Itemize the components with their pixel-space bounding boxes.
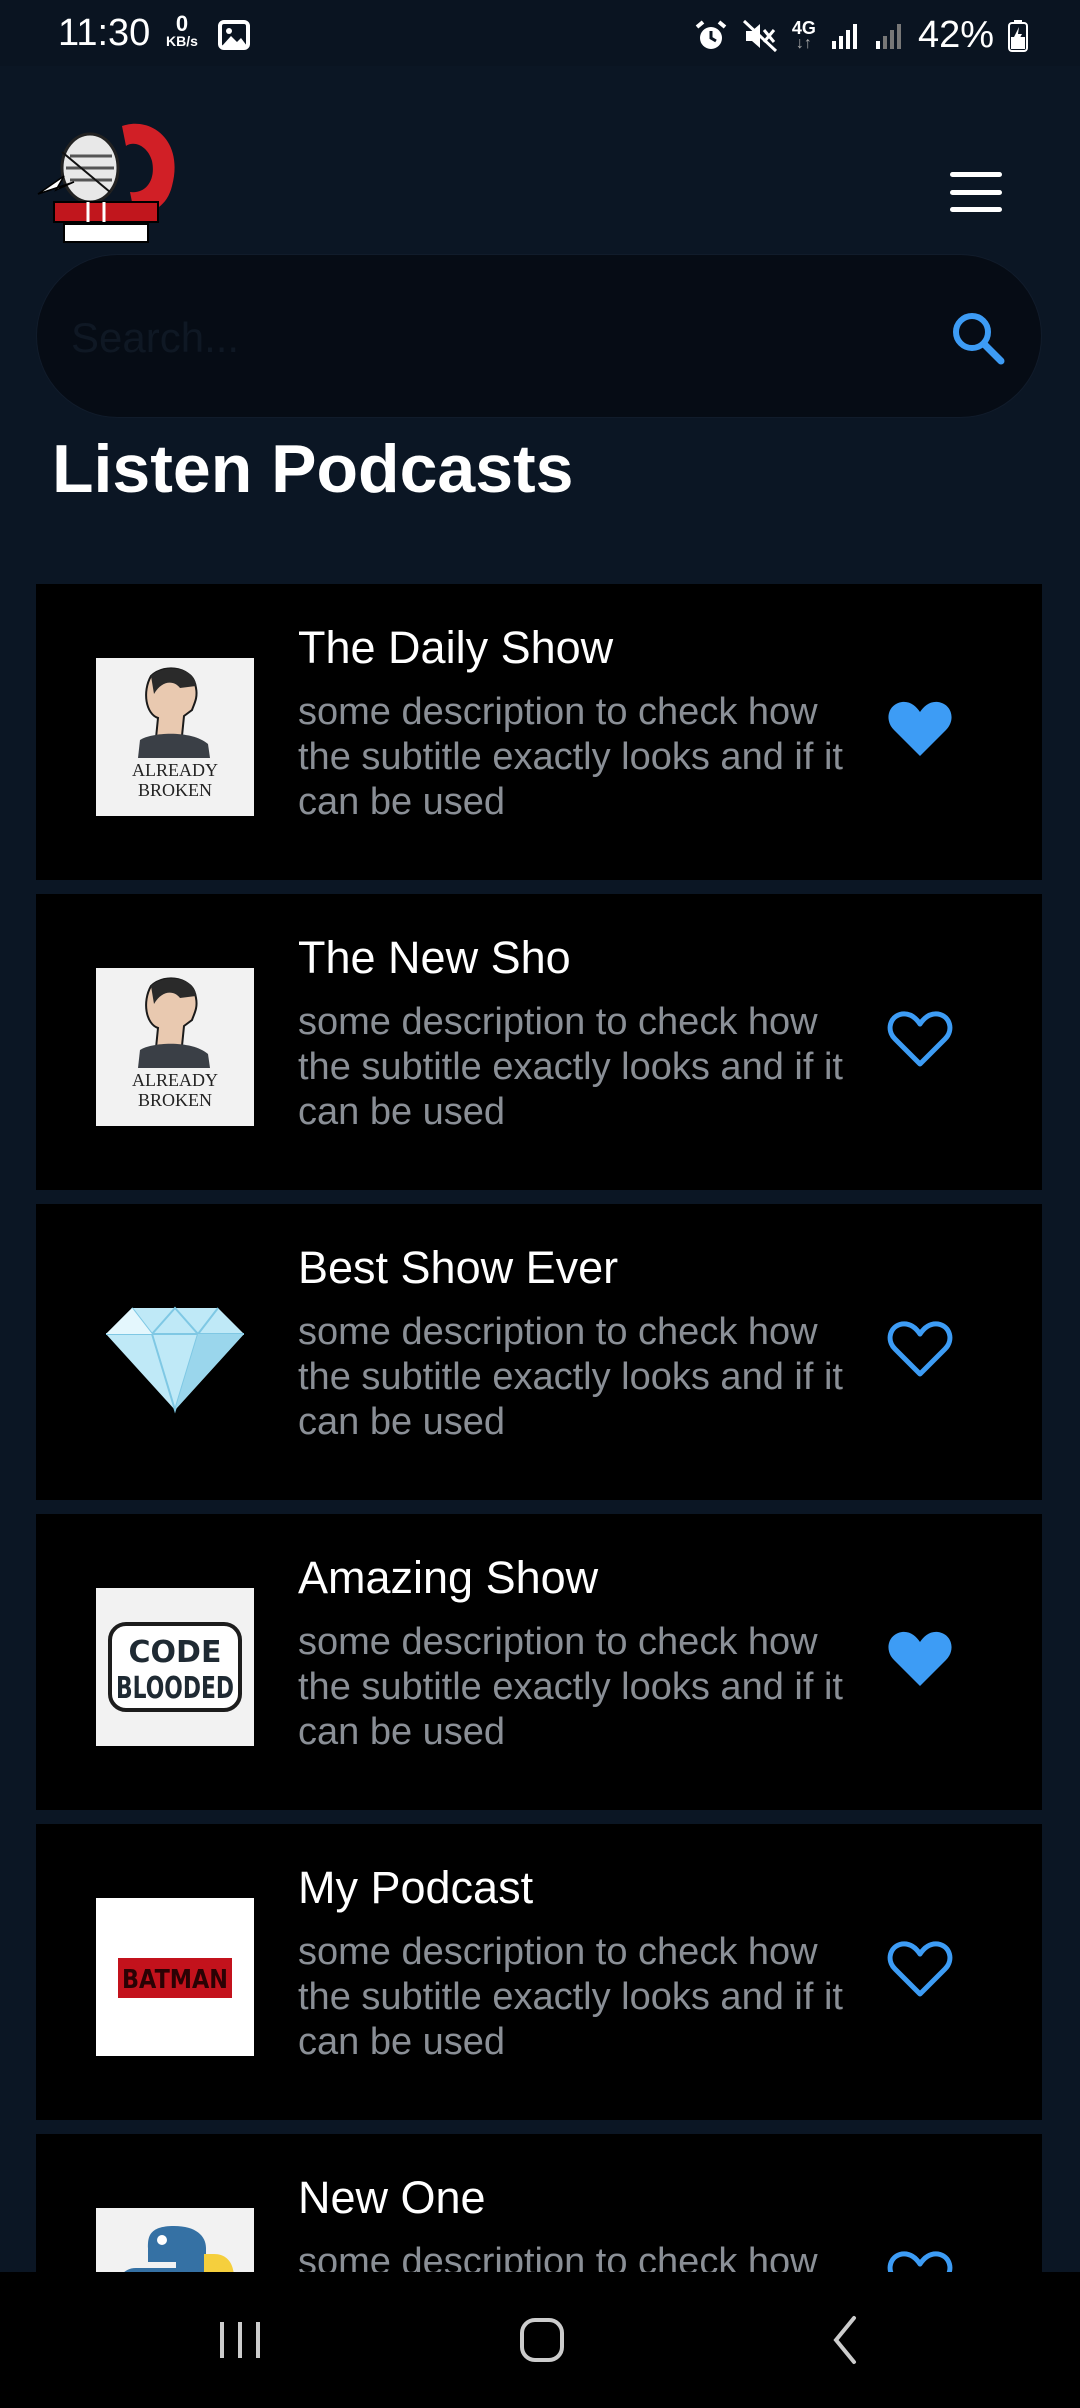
system-nav-bar — [0, 2272, 1080, 2408]
signal-weak-icon — [875, 23, 901, 49]
thumbnail-text: BROKEN — [138, 1090, 212, 1110]
podcast-description: some description to check how the subtit… — [298, 1311, 843, 1443]
search-input[interactable] — [69, 295, 953, 381]
podcast-title: Amazing Show — [298, 1552, 599, 1603]
podcast-thumbnail: CODE BLOODED — [96, 1588, 254, 1746]
already-broken-artwork: ALREADY BROKEN — [132, 667, 218, 800]
search-icon[interactable] — [949, 309, 1007, 367]
podcast-description: some description to check how the subtit… — [298, 691, 843, 823]
already-broken-artwork: ALREADY BROKEN — [132, 977, 218, 1110]
microphone-logo[interactable] — [34, 116, 182, 250]
thumbnail-text: ALREADY — [132, 760, 218, 780]
mute-icon — [742, 19, 777, 52]
data-arrows-icon: ↓↑ — [795, 34, 812, 52]
podcast-card[interactable]: Best Show Ever some description to check… — [36, 1204, 1042, 1500]
podcast-title: My Podcast — [298, 1862, 534, 1913]
page-title: Listen Podcasts — [52, 431, 574, 507]
podcast-thumbnail: ALREADY BROKEN — [96, 658, 254, 816]
data-rate-value: 0 — [175, 11, 189, 36]
thumbnail-text: ALREADY — [132, 1070, 218, 1090]
podcast-thumbnail — [96, 2208, 254, 2272]
diamond-artwork — [106, 1306, 244, 1414]
podcast-card[interactable]: ALREADY BROKEN The New Sho some descript… — [36, 894, 1042, 1190]
status-icons: 4G ↓↑ 42% — [694, 14, 1028, 57]
menu-line — [950, 207, 1002, 212]
thumbnail-text: BATMAN — [122, 1965, 228, 1995]
podcast-title: Best Show Ever — [298, 1242, 619, 1293]
batman-artwork: BATMAN — [118, 1958, 232, 1998]
data-rate: 0 KB/s — [166, 11, 198, 49]
podcast-card[interactable]: CODE BLOODED Amazing Show some descripti… — [36, 1514, 1042, 1810]
podcast-card[interactable]: New One some description to check how th… — [36, 2134, 1042, 2272]
menu-line — [950, 172, 1002, 177]
podcast-description: some description to check how the subtit… — [298, 2241, 818, 2272]
podcast-title: The Daily Show — [298, 622, 614, 673]
battery-charging-icon — [1008, 19, 1028, 52]
podcast-description: some description to check how the subtit… — [298, 1001, 843, 1133]
thumbnail-text: BROKEN — [138, 780, 212, 800]
podcast-description: some description to check how the subtit… — [298, 1931, 843, 2063]
heart-outline-icon[interactable] — [884, 1934, 956, 2006]
podcast-card[interactable]: ALREADY BROKEN The Daily Show some descr… — [36, 584, 1042, 880]
podcast-thumbnail: ALREADY BROKEN — [96, 968, 254, 1126]
network-type-label: 4G — [791, 17, 816, 38]
network-type: 4G ↓↑ — [791, 17, 816, 52]
status-bar: 11:30 0 KB/s 4G ↓↑ 42% — [0, 0, 1080, 66]
recents-icon[interactable] — [200, 2310, 280, 2370]
podcast-thumbnail — [96, 1278, 254, 1436]
thumbnail-text: CODE — [129, 1635, 222, 1670]
heart-filled-icon[interactable] — [884, 694, 956, 766]
podcast-card[interactable]: BATMAN My Podcast some description to ch… — [36, 1824, 1042, 2120]
podcast-description: some description to check how the subtit… — [298, 1621, 843, 1753]
podcast-title: The New Sho — [298, 932, 571, 983]
battery-percent: 42% — [917, 14, 994, 56]
app-header — [0, 66, 1080, 256]
podcast-list: ALREADY BROKEN The Daily Show some descr… — [36, 584, 1042, 2272]
podcast-title: New One — [298, 2172, 486, 2223]
alarm-icon — [695, 19, 727, 49]
thumbnail-text: BLOODED — [116, 1671, 234, 1706]
hamburger-menu-icon[interactable] — [942, 162, 1010, 222]
gallery-icon — [218, 20, 250, 50]
code-blooded-artwork: CODE BLOODED — [108, 1622, 242, 1712]
podcast-thumbnail: BATMAN — [96, 1898, 254, 2056]
heart-outline-icon[interactable] — [884, 1314, 956, 1386]
heart-filled-icon[interactable] — [884, 1624, 956, 1696]
search-bar — [36, 254, 1042, 418]
menu-line — [950, 189, 1002, 195]
status-time: 11:30 — [58, 12, 151, 54]
back-icon[interactable] — [806, 2310, 886, 2370]
signal-icon — [831, 23, 857, 49]
heart-outline-icon[interactable] — [884, 2244, 956, 2272]
data-rate-unit: KB/s — [166, 33, 198, 49]
home-icon[interactable] — [502, 2310, 582, 2370]
heart-outline-icon[interactable] — [884, 1004, 956, 1076]
python-artwork — [124, 2226, 234, 2272]
